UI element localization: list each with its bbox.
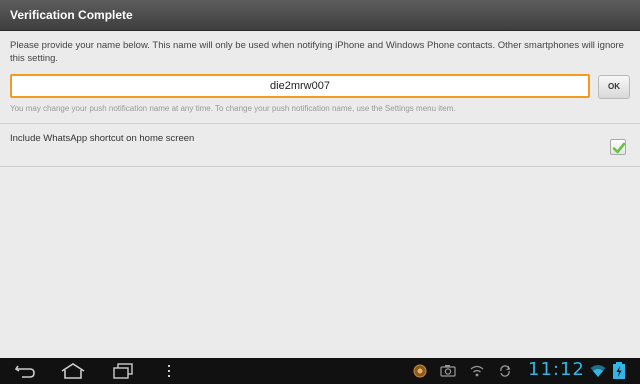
- title-bar: Verification Complete: [0, 0, 640, 31]
- shortcut-label: Include WhatsApp shortcut on home screen: [10, 133, 195, 144]
- shortcut-checkbox[interactable]: [610, 139, 626, 155]
- clock: 11:12: [528, 359, 585, 380]
- wifi-signal-icon: [590, 365, 606, 377]
- ok-button[interactable]: OK: [598, 75, 630, 99]
- divider: [0, 166, 640, 167]
- app-notification-icon[interactable]: [413, 364, 427, 378]
- camera-icon[interactable]: [440, 364, 456, 378]
- menu-icon[interactable]: [162, 358, 176, 384]
- system-bar: 11:12: [0, 358, 640, 384]
- battery-icon: [613, 362, 625, 379]
- check-icon: [612, 142, 626, 154]
- sync-icon[interactable]: [498, 364, 512, 378]
- home-icon[interactable]: [58, 358, 88, 384]
- push-name-hint: You may change your push notification na…: [10, 104, 456, 113]
- recent-apps-icon[interactable]: [108, 358, 138, 384]
- back-icon[interactable]: [10, 358, 40, 384]
- name-description: Please provide your name below. This nam…: [10, 40, 624, 64]
- wifi-notification-icon[interactable]: [470, 364, 484, 378]
- dialog-content: Please provide your name below. This nam…: [0, 31, 640, 358]
- dialog-title: Verification Complete: [10, 8, 133, 22]
- push-name-input[interactable]: die2mrw007: [10, 74, 590, 98]
- divider: [0, 123, 640, 124]
